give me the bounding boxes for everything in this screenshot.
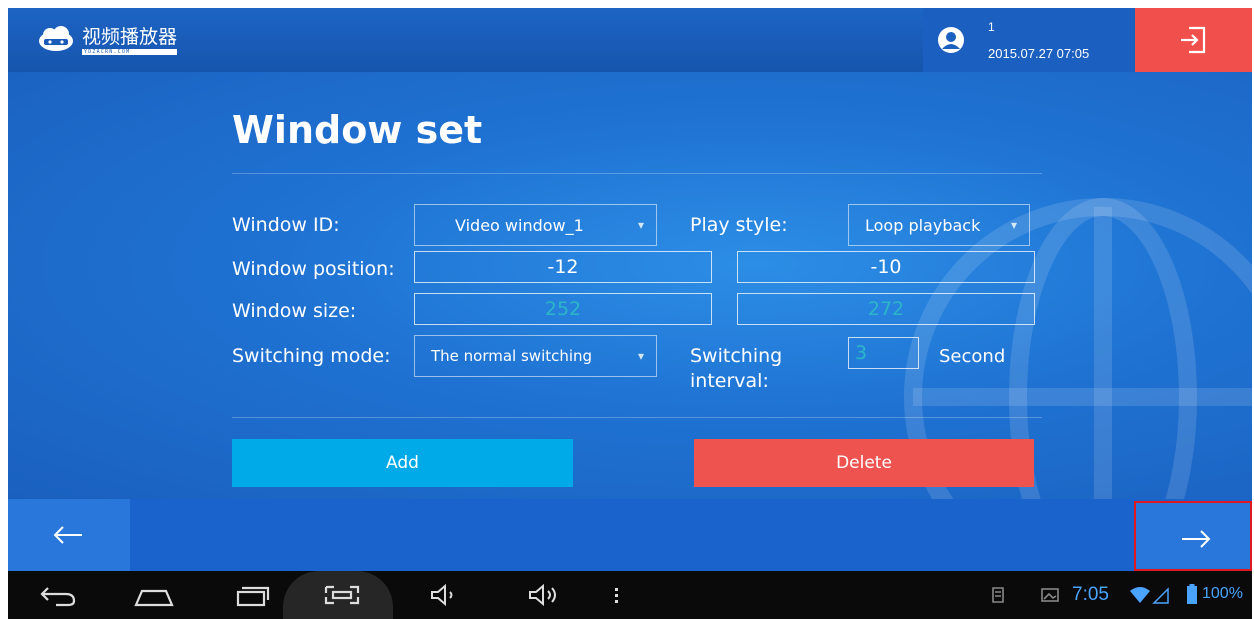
add-button[interactable]: Add [232,439,573,487]
logout-icon [1181,26,1206,54]
title-divider [232,173,1042,174]
play-style-label: Play style: [690,214,788,236]
chevron-down-icon: ▾ [1010,218,1017,232]
chevron-down-icon: ▾ [637,218,644,232]
window-id-select[interactable]: Video window_1 ▾ [414,204,657,246]
app-logo-subtitle: YDZACRN.COM [82,49,178,55]
screenshot-icon[interactable] [322,583,362,607]
image-notification-icon [1041,588,1059,602]
form-divider [232,417,1042,418]
user-name: 1 [988,20,995,34]
previous-page-button[interactable] [8,499,130,571]
next-page-button[interactable] [1134,501,1252,571]
arrow-right-icon [1182,530,1211,548]
user-info[interactable]: 1 2015.07.27 07:05 [923,8,1135,72]
home-icon[interactable] [132,583,176,607]
cloud-logo-icon [39,26,73,51]
position-x-input[interactable] [414,251,712,283]
page-nav-bar [8,499,1252,571]
menu-dots-icon[interactable] [612,583,622,607]
logout-button[interactable] [1135,8,1252,72]
window-id-value: Video window_1 [455,215,584,235]
window-id-label: Window ID: [232,214,340,236]
switching-interval-label-line2: interval: [690,370,769,392]
page-title: Window set [232,108,483,152]
switching-mode-value: The normal switching [431,347,593,365]
back-icon[interactable] [38,583,78,607]
window-position-label: Window position: [232,258,395,280]
window-size-label: Window size: [232,300,357,322]
arrow-left-icon [53,526,82,544]
switching-mode-label: Switching mode: [232,345,391,367]
recent-apps-icon[interactable] [234,583,270,607]
position-y-input[interactable] [737,251,1035,283]
app-logo: 视频播放器 YDZACRN.COM [36,26,178,56]
play-style-select[interactable]: Loop playback ▾ [848,204,1030,246]
switching-interval-label-line1: Switching [690,345,783,367]
android-system-bar: 7:05 100% [8,571,1252,619]
current-datetime: 2015.07.27 07:05 [988,46,1090,61]
user-avatar-icon [938,27,964,53]
switching-mode-select[interactable]: The normal switching ▾ [414,335,657,377]
chevron-down-icon: ▾ [637,349,644,363]
top-bar: 视频播放器 YDZACRN.COM 1 2015.07.27 07:05 [8,8,1252,72]
main-panel: Window set Window ID: Video window_1 ▾ P… [8,72,1252,499]
size-width-input[interactable] [414,293,712,325]
volume-up-icon[interactable] [526,583,562,607]
delete-button[interactable]: Delete [694,439,1034,487]
switching-interval-input[interactable] [848,337,919,369]
sd-card-icon [992,587,1004,603]
battery-percentage: 100% [1202,585,1243,602]
wifi-signal-icon [1130,587,1169,604]
volume-down-icon[interactable] [428,583,458,607]
second-unit-label: Second [939,346,1006,367]
size-height-input[interactable] [737,293,1035,325]
app-logo-title: 视频播放器 [82,26,178,48]
play-style-value: Loop playback [865,215,981,235]
battery-icon [1187,584,1197,604]
device-screen: 视频播放器 YDZACRN.COM 1 2015.07.27 07:05 Win… [8,8,1252,619]
system-clock: 7:05 [1072,584,1109,605]
